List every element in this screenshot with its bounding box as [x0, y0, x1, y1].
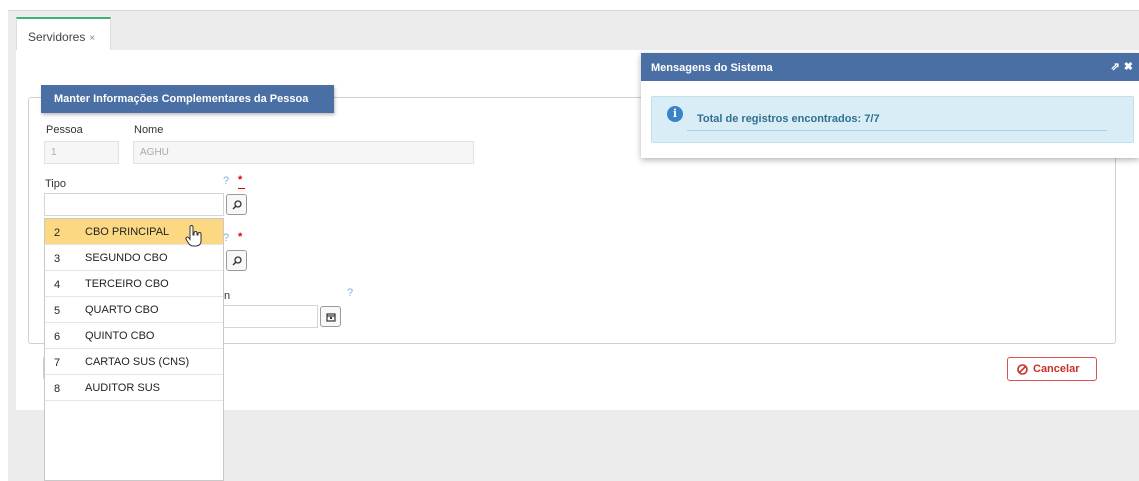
info-icon: i: [667, 106, 683, 122]
hand-pointer-icon: [185, 225, 202, 247]
messages-title: Mensagens do Sistema: [651, 62, 773, 74]
nome-label: Nome: [134, 124, 164, 136]
close-icon[interactable]: ✖: [1124, 61, 1133, 73]
item-code: 2: [54, 227, 61, 239]
tipo-label: Tipo: [45, 178, 66, 190]
cancel-icon: [1017, 364, 1028, 375]
required-underline: [238, 188, 245, 189]
item-label: AUDITOR SUS: [85, 382, 160, 394]
message-text: Total de registros encontrados: 7/7: [697, 113, 880, 125]
messages-header: Mensagens do Sistema ⇗ ✖: [641, 53, 1139, 81]
item-code: 4: [54, 279, 61, 291]
search-icon: [232, 256, 242, 266]
field2-required-icon: *: [238, 231, 243, 243]
form-legend: Manter Informações Complementares da Pes…: [41, 85, 334, 113]
tab-label: Servidores: [28, 30, 86, 44]
dropdown-item[interactable]: 7 CARTAO SUS (CNS): [45, 349, 223, 375]
calendar-button[interactable]: [320, 306, 341, 327]
dropdown-item[interactable]: 8 AUDITOR SUS: [45, 375, 223, 401]
cancel-button[interactable]: Cancelar: [1007, 357, 1097, 381]
field3-help-icon[interactable]: ?: [347, 287, 353, 299]
tipo-required-icon: *: [238, 174, 243, 186]
tab-servidores[interactable]: Servidores ×: [16, 17, 111, 51]
item-code: 3: [54, 253, 61, 265]
tipo-dropdown-list: 2 CBO PRINCIPAL 3 SEGUNDO CBO 4 TERCEIRO…: [44, 218, 224, 481]
tipo-input[interactable]: [44, 193, 224, 216]
item-label: SEGUNDO CBO: [85, 252, 168, 264]
message-divider: [687, 130, 1107, 131]
dropdown-item[interactable]: 5 QUARTO CBO: [45, 297, 223, 323]
item-code: 5: [54, 305, 61, 317]
item-label: TERCEIRO CBO: [85, 278, 169, 290]
message-box: i Total de registros encontrados: 7/7: [651, 96, 1134, 143]
search-icon: [232, 200, 242, 210]
dropdown-item[interactable]: 4 TERCEIRO CBO: [45, 271, 223, 297]
field3-label-partial: n: [224, 290, 231, 302]
item-code: 7: [54, 357, 61, 369]
item-code: 8: [54, 383, 61, 395]
tab-close-icon[interactable]: ×: [89, 33, 95, 44]
nome-field: AGHU: [133, 141, 474, 164]
item-label: QUINTO CBO: [85, 330, 155, 342]
pessoa-field: 1: [44, 141, 119, 164]
pessoa-label: Pessoa: [46, 124, 83, 136]
popout-icon[interactable]: ⇗: [1111, 61, 1120, 73]
system-messages-panel: Mensagens do Sistema ⇗ ✖ i Total de regis…: [641, 53, 1139, 158]
item-code: 6: [54, 331, 61, 343]
field2-search-button[interactable]: [226, 250, 247, 271]
dropdown-item[interactable]: 6 QUINTO CBO: [45, 323, 223, 349]
header-icons: ⇗ ✖: [1107, 60, 1133, 73]
item-label: CBO PRINCIPAL: [85, 226, 170, 238]
item-label: QUARTO CBO: [85, 304, 159, 316]
item-label: CARTAO SUS (CNS): [85, 356, 190, 368]
date-input[interactable]: [210, 305, 318, 328]
calendar-icon: [326, 313, 336, 322]
tipo-help-icon[interactable]: ?: [223, 175, 229, 187]
cancel-label: Cancelar: [1033, 363, 1080, 375]
tipo-search-button[interactable]: [226, 194, 247, 215]
